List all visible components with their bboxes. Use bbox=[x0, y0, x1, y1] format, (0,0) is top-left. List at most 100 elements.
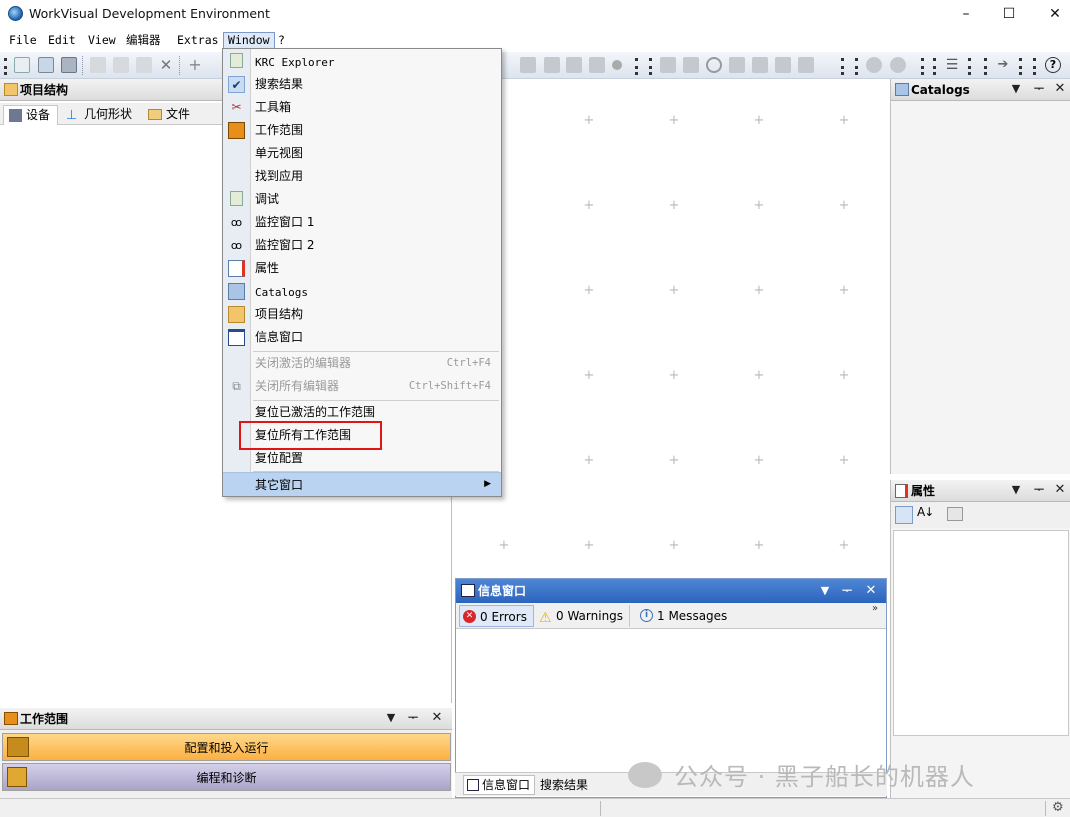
properties-grid[interactable] bbox=[893, 530, 1069, 736]
copy-icon[interactable] bbox=[113, 57, 129, 73]
toolbar-grip[interactable] bbox=[839, 56, 847, 76]
toolbar-grip[interactable] bbox=[853, 56, 861, 76]
menu-editor[interactable]: 编辑器 bbox=[122, 32, 165, 49]
menu-item-other-windows[interactable]: 其它窗口 ▶ bbox=[223, 472, 501, 496]
dropdown-arrow-icon[interactable]: ▼ bbox=[384, 711, 398, 725]
world-icon[interactable] bbox=[890, 57, 906, 73]
dropdown-arrow-icon[interactable]: ▼ bbox=[818, 584, 832, 598]
settings-icon[interactable] bbox=[520, 57, 536, 73]
menu-extras[interactable]: Extras bbox=[173, 32, 223, 49]
menu-item-cell-view[interactable]: 单元视图 bbox=[223, 142, 501, 165]
grid-marker: + bbox=[753, 198, 765, 213]
close-icon[interactable]: ✕ bbox=[1053, 82, 1067, 96]
arrow-right-icon[interactable]: ➔ bbox=[995, 57, 1011, 73]
editor-canvas[interactable]: + + + + + + + + + + + + + + + + + + + + + + + + + bbox=[455, 79, 889, 577]
menu-view[interactable]: View bbox=[84, 32, 120, 49]
menu-file[interactable]: File bbox=[5, 32, 41, 49]
tab-files-label: 文件 bbox=[166, 107, 191, 121]
menu-item-debug[interactable]: 调试 bbox=[223, 188, 501, 211]
menu-item-reset-configuration[interactable]: 复位配置 bbox=[223, 447, 501, 470]
compass-icon[interactable] bbox=[683, 57, 699, 73]
tab-devices[interactable]: 设备 bbox=[3, 105, 58, 125]
categorized-icon[interactable] bbox=[895, 506, 913, 524]
sort-alpha-icon[interactable]: A↓ bbox=[917, 505, 934, 519]
menu-label: 复位配置 bbox=[255, 451, 304, 465]
network-icon[interactable] bbox=[566, 57, 582, 73]
toolbar-grip[interactable] bbox=[919, 56, 927, 76]
close-icon[interactable]: ✕ bbox=[430, 711, 444, 725]
toolbar-grip[interactable] bbox=[1017, 56, 1025, 76]
cut-icon[interactable] bbox=[90, 57, 106, 73]
sync-icon[interactable] bbox=[866, 57, 882, 73]
messages-filter[interactable]: i 1 Messages bbox=[637, 605, 733, 627]
menu-item-search-results[interactable]: ✔ 搜索结果 bbox=[223, 73, 501, 96]
close-button[interactable]: ✕ bbox=[1032, 0, 1070, 28]
new-file-icon[interactable] bbox=[14, 57, 30, 73]
maximize-button[interactable]: ☐ bbox=[986, 0, 1032, 28]
target-icon[interactable] bbox=[706, 57, 722, 73]
tab-info-window[interactable]: 信息窗口 bbox=[463, 775, 536, 795]
close-icon[interactable]: ✕ bbox=[1053, 483, 1067, 497]
toolbar-grip[interactable] bbox=[931, 56, 939, 76]
list-icon[interactable]: ☰ bbox=[944, 57, 960, 73]
gear-icon[interactable] bbox=[544, 57, 560, 73]
pin-icon[interactable]: ᅮ bbox=[1032, 82, 1046, 96]
paste-icon[interactable] bbox=[136, 57, 152, 73]
delete-icon[interactable]: ✕ bbox=[158, 57, 174, 73]
menu-item-krc-explorer[interactable]: KRC Explorer bbox=[223, 50, 501, 73]
project-structure-icon bbox=[228, 306, 245, 323]
menu-item-properties[interactable]: 属性 bbox=[223, 257, 501, 280]
submenu-arrow-icon: ▶ bbox=[484, 479, 491, 489]
close-icon[interactable]: ✕ bbox=[864, 584, 878, 598]
property-pages-icon[interactable] bbox=[947, 507, 963, 521]
menu-item-project-structure[interactable]: 项目结构 bbox=[223, 303, 501, 326]
window-title: WorkVisual Development Environment bbox=[29, 6, 270, 21]
menu-item-toolbox[interactable]: ✂ 工具箱 bbox=[223, 96, 501, 119]
menu-item-catalogs[interactable]: Catalogs bbox=[223, 280, 501, 303]
pin-icon[interactable]: ᅮ bbox=[840, 584, 854, 598]
minimize-button[interactable]: – bbox=[943, 0, 989, 28]
record-icon[interactable] bbox=[612, 60, 622, 70]
toolbar-grip[interactable] bbox=[2, 56, 10, 76]
settings-gear-icon[interactable]: ⚙ bbox=[1052, 800, 1064, 815]
errors-filter[interactable]: ✕ 0 Errors bbox=[459, 605, 534, 627]
pin-icon[interactable]: ᅮ bbox=[406, 711, 420, 725]
properties-icon bbox=[895, 484, 908, 498]
warnings-filter[interactable]: ⚠ 0 Warnings bbox=[536, 605, 631, 627]
toolbar-grip[interactable] bbox=[633, 56, 641, 76]
tab-geometry[interactable]: ⊥ 几何形状 bbox=[62, 105, 140, 125]
menu-item-watch-1[interactable]: ꝏ 监控窗口 1 bbox=[223, 211, 501, 234]
dropdown-arrow-icon[interactable]: ▼ bbox=[1009, 82, 1023, 96]
toolbar-grip[interactable] bbox=[1031, 56, 1039, 76]
toolbar-grip[interactable] bbox=[966, 56, 974, 76]
save-icon[interactable] bbox=[61, 57, 77, 73]
inspect-icon[interactable] bbox=[775, 57, 791, 73]
menu-item-find-application[interactable]: 找到应用 bbox=[223, 165, 501, 188]
menu-edit[interactable]: Edit bbox=[44, 32, 80, 49]
open-project-icon[interactable] bbox=[38, 57, 54, 73]
tab-files[interactable]: 文件 bbox=[144, 105, 200, 125]
robot-icon[interactable] bbox=[660, 57, 676, 73]
grid-marker: + bbox=[838, 453, 850, 468]
menu-window[interactable]: Window bbox=[223, 32, 275, 49]
workspace-panel: 工作范围 ▼ ᅮ ✕ 配置和投入运行 编程和诊断 bbox=[0, 708, 452, 798]
help-icon[interactable]: ? bbox=[1045, 57, 1061, 73]
properties-toolbar: A↓ bbox=[891, 502, 1070, 528]
menu-item-watch-2[interactable]: ꝏ 监控窗口 2 bbox=[223, 234, 501, 257]
tools-icon[interactable] bbox=[729, 57, 745, 73]
edit-icon[interactable] bbox=[798, 57, 814, 73]
menu-help[interactable]: ? bbox=[274, 32, 289, 49]
tab-search-results[interactable]: 搜索结果 bbox=[540, 776, 588, 793]
document-icon[interactable] bbox=[589, 57, 605, 73]
programming-diagnosis-button[interactable]: 编程和诊断 bbox=[2, 763, 451, 791]
menu-item-info-window[interactable]: 信息窗口 bbox=[223, 326, 501, 349]
dropdown-arrow-icon[interactable]: ▼ bbox=[1009, 483, 1023, 497]
toolbar-grip[interactable] bbox=[647, 56, 655, 76]
pin-icon[interactable]: ᅮ bbox=[1032, 483, 1046, 497]
lock-icon[interactable] bbox=[752, 57, 768, 73]
toolbar-grip[interactable] bbox=[982, 56, 990, 76]
config-commissioning-button[interactable]: 配置和投入运行 bbox=[2, 733, 451, 761]
add-icon[interactable]: + bbox=[187, 57, 203, 73]
menu-item-workspace[interactable]: 工作范围 bbox=[223, 119, 501, 142]
overflow-chevron-icon[interactable]: » bbox=[872, 603, 878, 614]
